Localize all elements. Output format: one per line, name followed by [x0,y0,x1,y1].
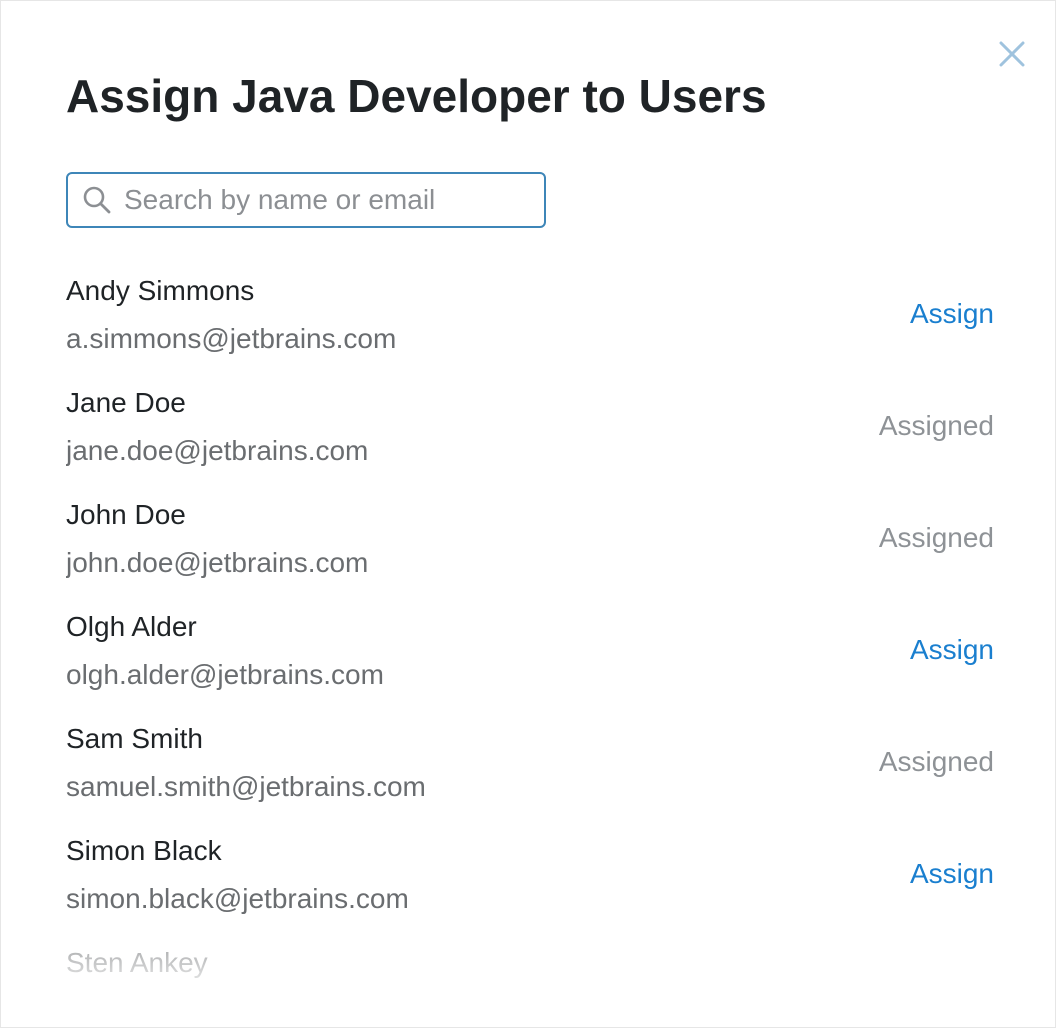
user-row: John Doe john.doe@jetbrains.com Assigned [66,487,994,599]
dialog-title: Assign Java Developer to Users [66,70,767,122]
user-row: Simon Black simon.black@jetbrains.com As… [66,823,994,935]
assign-button[interactable]: Assign [910,296,994,332]
assigned-status: Assigned [878,522,994,553]
user-name: John Doe [66,499,186,530]
assign-users-dialog: Assign Java Developer to Users Andy Simm… [0,0,1056,1028]
close-button[interactable] [995,37,1029,71]
search-icon [83,186,111,214]
user-email: olgh.alder@jetbrains.com [66,659,384,690]
user-email: jane.doe@jetbrains.com [66,435,369,466]
user-email: john.doe@jetbrains.com [66,547,369,578]
assigned-status: Assigned [878,410,994,441]
user-row: Sam Smith samuel.smith@jetbrains.com Ass… [66,711,994,823]
user-row: Olgh Alder olgh.alder@jetbrains.com Assi… [66,599,994,711]
user-email: samuel.smith@jetbrains.com [66,771,426,802]
search-input[interactable] [124,174,534,226]
user-row: Sten Ankey [66,935,994,1027]
user-email: a.simmons@jetbrains.com [66,323,397,354]
user-name: Sten Ankey [66,947,208,978]
assign-button[interactable]: Assign [910,856,994,892]
user-row: Jane Doe jane.doe@jetbrains.com Assigned [66,375,994,487]
user-name: Olgh Alder [66,611,197,642]
user-email: simon.black@jetbrains.com [66,883,409,914]
user-row: Andy Simmons a.simmons@jetbrains.com Ass… [66,263,994,375]
assigned-status: Assigned [878,746,994,777]
user-name: Jane Doe [66,387,186,418]
close-icon [999,41,1025,67]
search-box[interactable] [66,172,546,228]
user-list: Andy Simmons a.simmons@jetbrains.com Ass… [66,263,994,1027]
user-name: Andy Simmons [66,275,255,306]
assign-button[interactable]: Assign [910,632,994,668]
user-name: Sam Smith [66,723,203,754]
user-name: Simon Black [66,835,222,866]
